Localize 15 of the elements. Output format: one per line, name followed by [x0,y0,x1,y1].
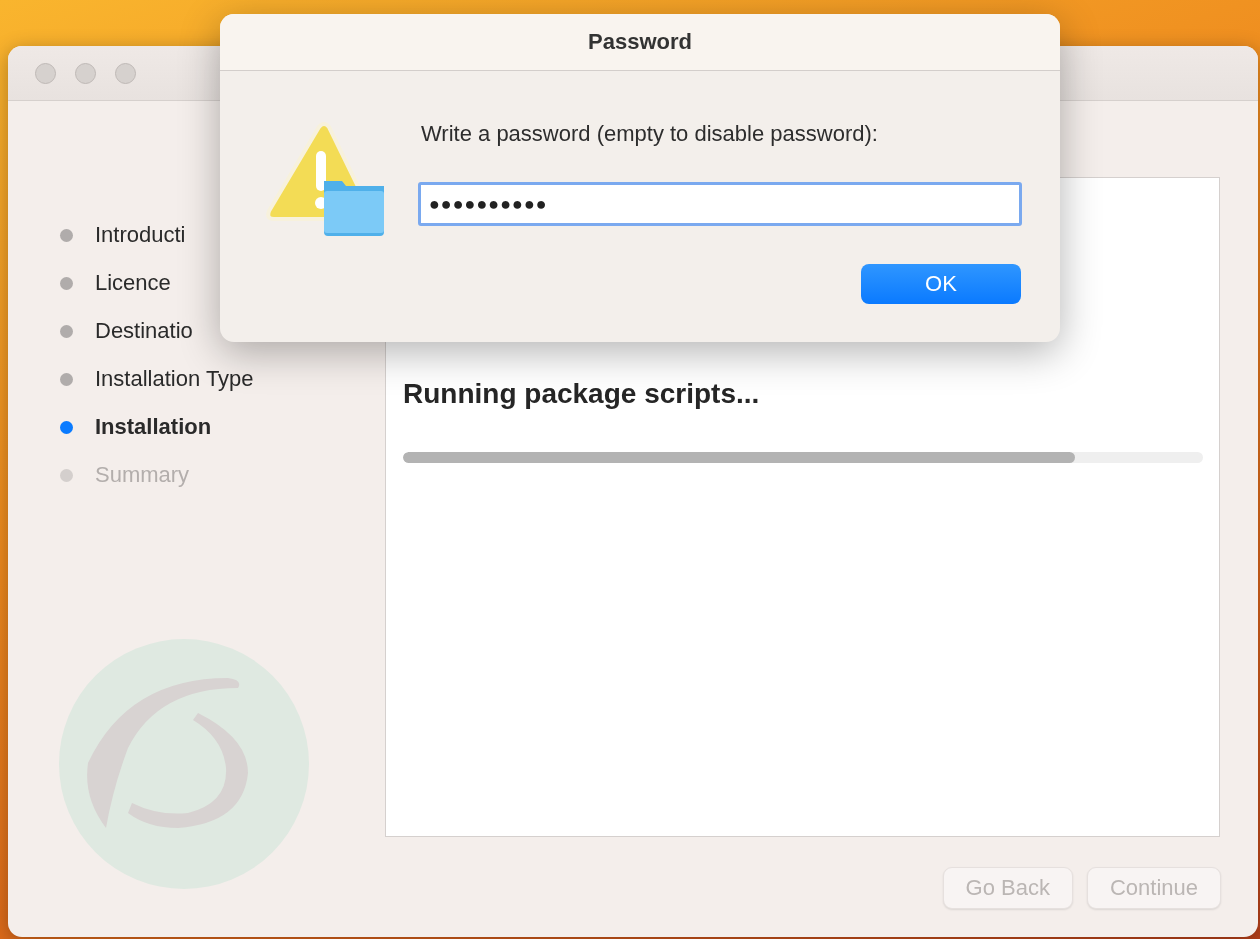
close-window-button[interactable] [35,62,56,84]
step-label: Installation [95,414,212,440]
step-label: Licence [95,270,171,296]
password-field[interactable]: ●●●●●●●●●● [418,182,1022,226]
dialog-title: Password [220,14,1060,71]
step-label: Installation Type [95,366,254,392]
warning-folder-icon [264,121,386,237]
ok-button[interactable]: OK [861,264,1021,304]
step-label: Summary [95,462,190,488]
status-heading: Running package scripts... [403,378,761,410]
zoom-window-button[interactable] [115,62,136,84]
step-label: Destinatio [95,318,193,344]
step-label: Introducti [95,222,186,248]
dialog-message: Write a password (empty to disable password): [420,121,879,147]
minimize-window-button[interactable] [75,62,96,84]
